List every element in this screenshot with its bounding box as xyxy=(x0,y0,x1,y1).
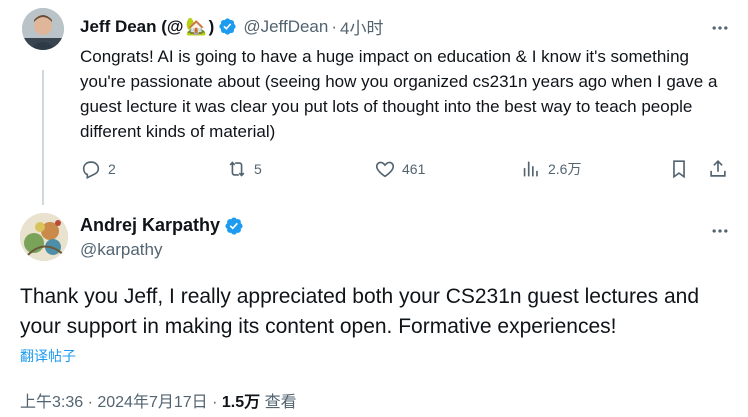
tweet-meta: 上午3:36 · 2024年7月17日 · 1.5万 查看 xyxy=(20,388,297,412)
bookmark-button[interactable] xyxy=(668,158,690,180)
retweet-count: 5 xyxy=(254,161,262,177)
display-name-suffix: ) xyxy=(208,16,215,36)
views-value: 1.5万 xyxy=(221,394,261,411)
views-label: 查看 xyxy=(260,394,297,411)
retweet-icon xyxy=(229,161,245,177)
like-button[interactable]: 461 xyxy=(374,158,425,180)
verified-badge-icon xyxy=(219,18,236,35)
avatar[interactable] xyxy=(22,8,64,50)
action-bar: 2 5 461 2.6万 xyxy=(80,158,730,186)
view-count: 2.6万 xyxy=(548,161,582,177)
avatar[interactable] xyxy=(20,213,68,261)
main-tweet[interactable]: Andrej Karpathy @karpathy Thank you Jeff… xyxy=(0,205,748,417)
tweet-text: Congrats! AI is going to have a huge imp… xyxy=(80,47,718,141)
verified-badge-icon xyxy=(225,216,243,235)
reply-count: 2 xyxy=(108,161,116,177)
reply-icon xyxy=(82,161,100,180)
tweet-text: Thank you Jeff, I really appreciated bot… xyxy=(20,285,700,338)
more-options-icon[interactable] xyxy=(708,219,732,243)
like-count: 461 xyxy=(402,161,426,177)
reply-header: Jeff Dean (@ 🏡 ) @JeffDean · 4小时 xyxy=(80,14,383,39)
reply-button[interactable]: 2 xyxy=(80,158,116,180)
share-icon xyxy=(710,160,726,177)
more-options-icon[interactable] xyxy=(708,16,732,40)
post-time[interactable]: 4小时 xyxy=(340,14,383,39)
analytics-icon xyxy=(523,161,538,177)
heart-icon xyxy=(375,161,395,178)
share-button[interactable] xyxy=(707,158,729,180)
handle[interactable]: @karpathy xyxy=(80,240,162,260)
translate-post-link[interactable]: 翻译帖子 xyxy=(20,346,76,366)
display-name[interactable]: Jeff Dean (@ xyxy=(80,17,184,37)
retweet-button[interactable]: 5 xyxy=(226,158,262,180)
reply-tweet[interactable]: Jeff Dean (@ 🏡 ) @JeffDean · 4小时 Congrat… xyxy=(0,0,748,205)
thread-line xyxy=(42,70,44,205)
views-button[interactable]: 2.6万 xyxy=(520,158,581,180)
bookmark-icon xyxy=(673,160,685,179)
main-name-row: Andrej Karpathy xyxy=(80,215,244,236)
separator: · xyxy=(331,16,338,36)
handle[interactable]: @JeffDean xyxy=(243,17,328,37)
display-name[interactable]: Andrej Karpathy xyxy=(80,215,220,236)
house-emoji: 🏡 xyxy=(185,16,207,36)
timestamp[interactable]: 上午3:36 · 2024年7月17日 · xyxy=(20,394,222,411)
